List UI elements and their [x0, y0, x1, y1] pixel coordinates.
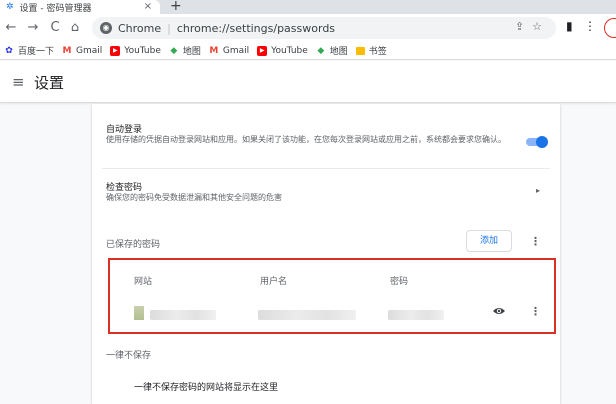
eye-icon[interactable]	[492, 306, 506, 316]
baidu-icon: ✿	[5, 45, 13, 56]
reload-icon[interactable]: C	[46, 19, 64, 37]
settings-gear-icon: ✲	[6, 2, 14, 12]
url-text[interactable]: chrome://settings/passwords	[177, 22, 335, 35]
bookmark-label: 百度一下	[18, 47, 55, 57]
row-more-icon[interactable]: ⋮	[530, 306, 541, 317]
column-header-site: 网站	[134, 277, 153, 287]
auto-signin-toggle[interactable]	[526, 136, 548, 148]
bookmark-maps-2[interactable]: ◆ 地图	[316, 44, 348, 58]
bookmark-baidu[interactable]: ✿ 百度一下	[4, 44, 55, 58]
bookmarks-bar: ✿ 百度一下 M Gmail ▶ YouTube ◆ 地图 M Gmail ▶ YouTub…	[0, 42, 616, 60]
toggle-knob	[536, 136, 548, 148]
forward-icon[interactable]: →	[24, 19, 42, 37]
never-saved-heading: 一律不保存	[106, 351, 152, 361]
bookmark-youtube-2[interactable]: ▶ YouTube	[257, 45, 308, 56]
tab-title: 设置 - 密码管理器	[19, 3, 92, 14]
home-icon[interactable]: ⌂	[66, 19, 84, 37]
add-password-button[interactable]: 添加	[466, 230, 512, 252]
youtube-icon: ▶	[110, 45, 121, 56]
extensions-menu-icon[interactable]: ⋮	[584, 19, 596, 33]
bookmark-gmail[interactable]: M Gmail	[62, 45, 103, 56]
bookmark-label: 地图	[182, 47, 201, 57]
column-header-password: 密码	[390, 277, 409, 287]
back-icon[interactable]: ←	[2, 19, 20, 37]
new-tab-button[interactable]: +	[170, 0, 182, 14]
chevron-right-icon[interactable]: ▸	[536, 186, 540, 195]
chrome-site-icon: ◉	[100, 22, 112, 34]
bookmark-label: 书签	[368, 47, 387, 57]
bookmark-label: Gmail	[222, 45, 250, 56]
check-passwords-description: 确保您的密码免受数据泄漏和其他安全问题的危害	[106, 193, 282, 202]
star-icon[interactable]: ☆	[532, 20, 550, 33]
password-settings-card: 自动登录 使用存储的凭据自动登录网站和应用。如果关闭了该功能，在您每次登录网站或…	[92, 104, 560, 404]
site-name-redacted[interactable]	[150, 310, 216, 320]
folder-icon	[355, 46, 365, 55]
page-title: 设置	[34, 74, 65, 92]
saved-passwords-more-icon[interactable]: ⋮	[530, 236, 541, 247]
tab-close-icon[interactable]: ×	[144, 0, 152, 14]
maps-icon: ◆	[170, 45, 178, 56]
settings-header: ≡ 设置	[0, 61, 616, 103]
bookmark-maps[interactable]: ◆ 地图	[169, 44, 201, 58]
menu-icon[interactable]: ≡	[12, 73, 25, 91]
gmail-icon: M	[62, 45, 72, 56]
maps-icon: ◆	[317, 45, 325, 56]
bookmark-gmail-2[interactable]: M Gmail	[209, 46, 249, 56]
saved-passwords-table: 网站 用户名 密码 ⋮	[108, 258, 556, 334]
profile-avatar[interactable]	[604, 18, 616, 38]
browser-toolbar: ← → C ⌂ ◉ Chrome | chrome://settings/pas…	[0, 14, 616, 42]
youtube-icon: ▶	[257, 45, 268, 56]
auto-signin-description: 使用存储的凭据自动登录网站和应用。如果关闭了该功能，在您每次登录网站或应用之前，…	[106, 135, 506, 144]
bookmark-label: Gmail	[76, 45, 103, 56]
gmail-icon: M	[209, 45, 219, 56]
bookmark-youtube[interactable]: ▶ YouTube	[110, 45, 161, 56]
tab-strip: ✲ 设置 - 密码管理器 × +	[0, 0, 616, 14]
omnibox-separator: |	[167, 21, 171, 35]
bookmark-label: YouTube	[271, 45, 308, 56]
tab-settings[interactable]: ✲ 设置 - 密码管理器 ×	[0, 0, 160, 14]
site-favicon	[134, 306, 144, 320]
username-redacted	[258, 310, 356, 320]
column-header-username: 用户名	[260, 277, 288, 287]
share-icon[interactable]: ⇪	[515, 20, 532, 33]
side-panel-icon[interactable]: ▮	[566, 19, 573, 33]
divider	[102, 168, 550, 169]
password-redacted	[388, 310, 444, 320]
never-saved-empty-message: 一律不保存密码的网站将显示在这里	[134, 383, 279, 393]
bookmark-folder[interactable]: 书签	[355, 44, 387, 57]
bookmark-label: YouTube	[124, 45, 161, 56]
site-chip: Chrome	[118, 21, 162, 35]
saved-passwords-heading: 已保存的密码	[106, 240, 161, 250]
address-bar[interactable]: ◉ Chrome | chrome://settings/passwords ⇪…	[92, 17, 556, 39]
bookmark-label: 地图	[329, 47, 348, 57]
